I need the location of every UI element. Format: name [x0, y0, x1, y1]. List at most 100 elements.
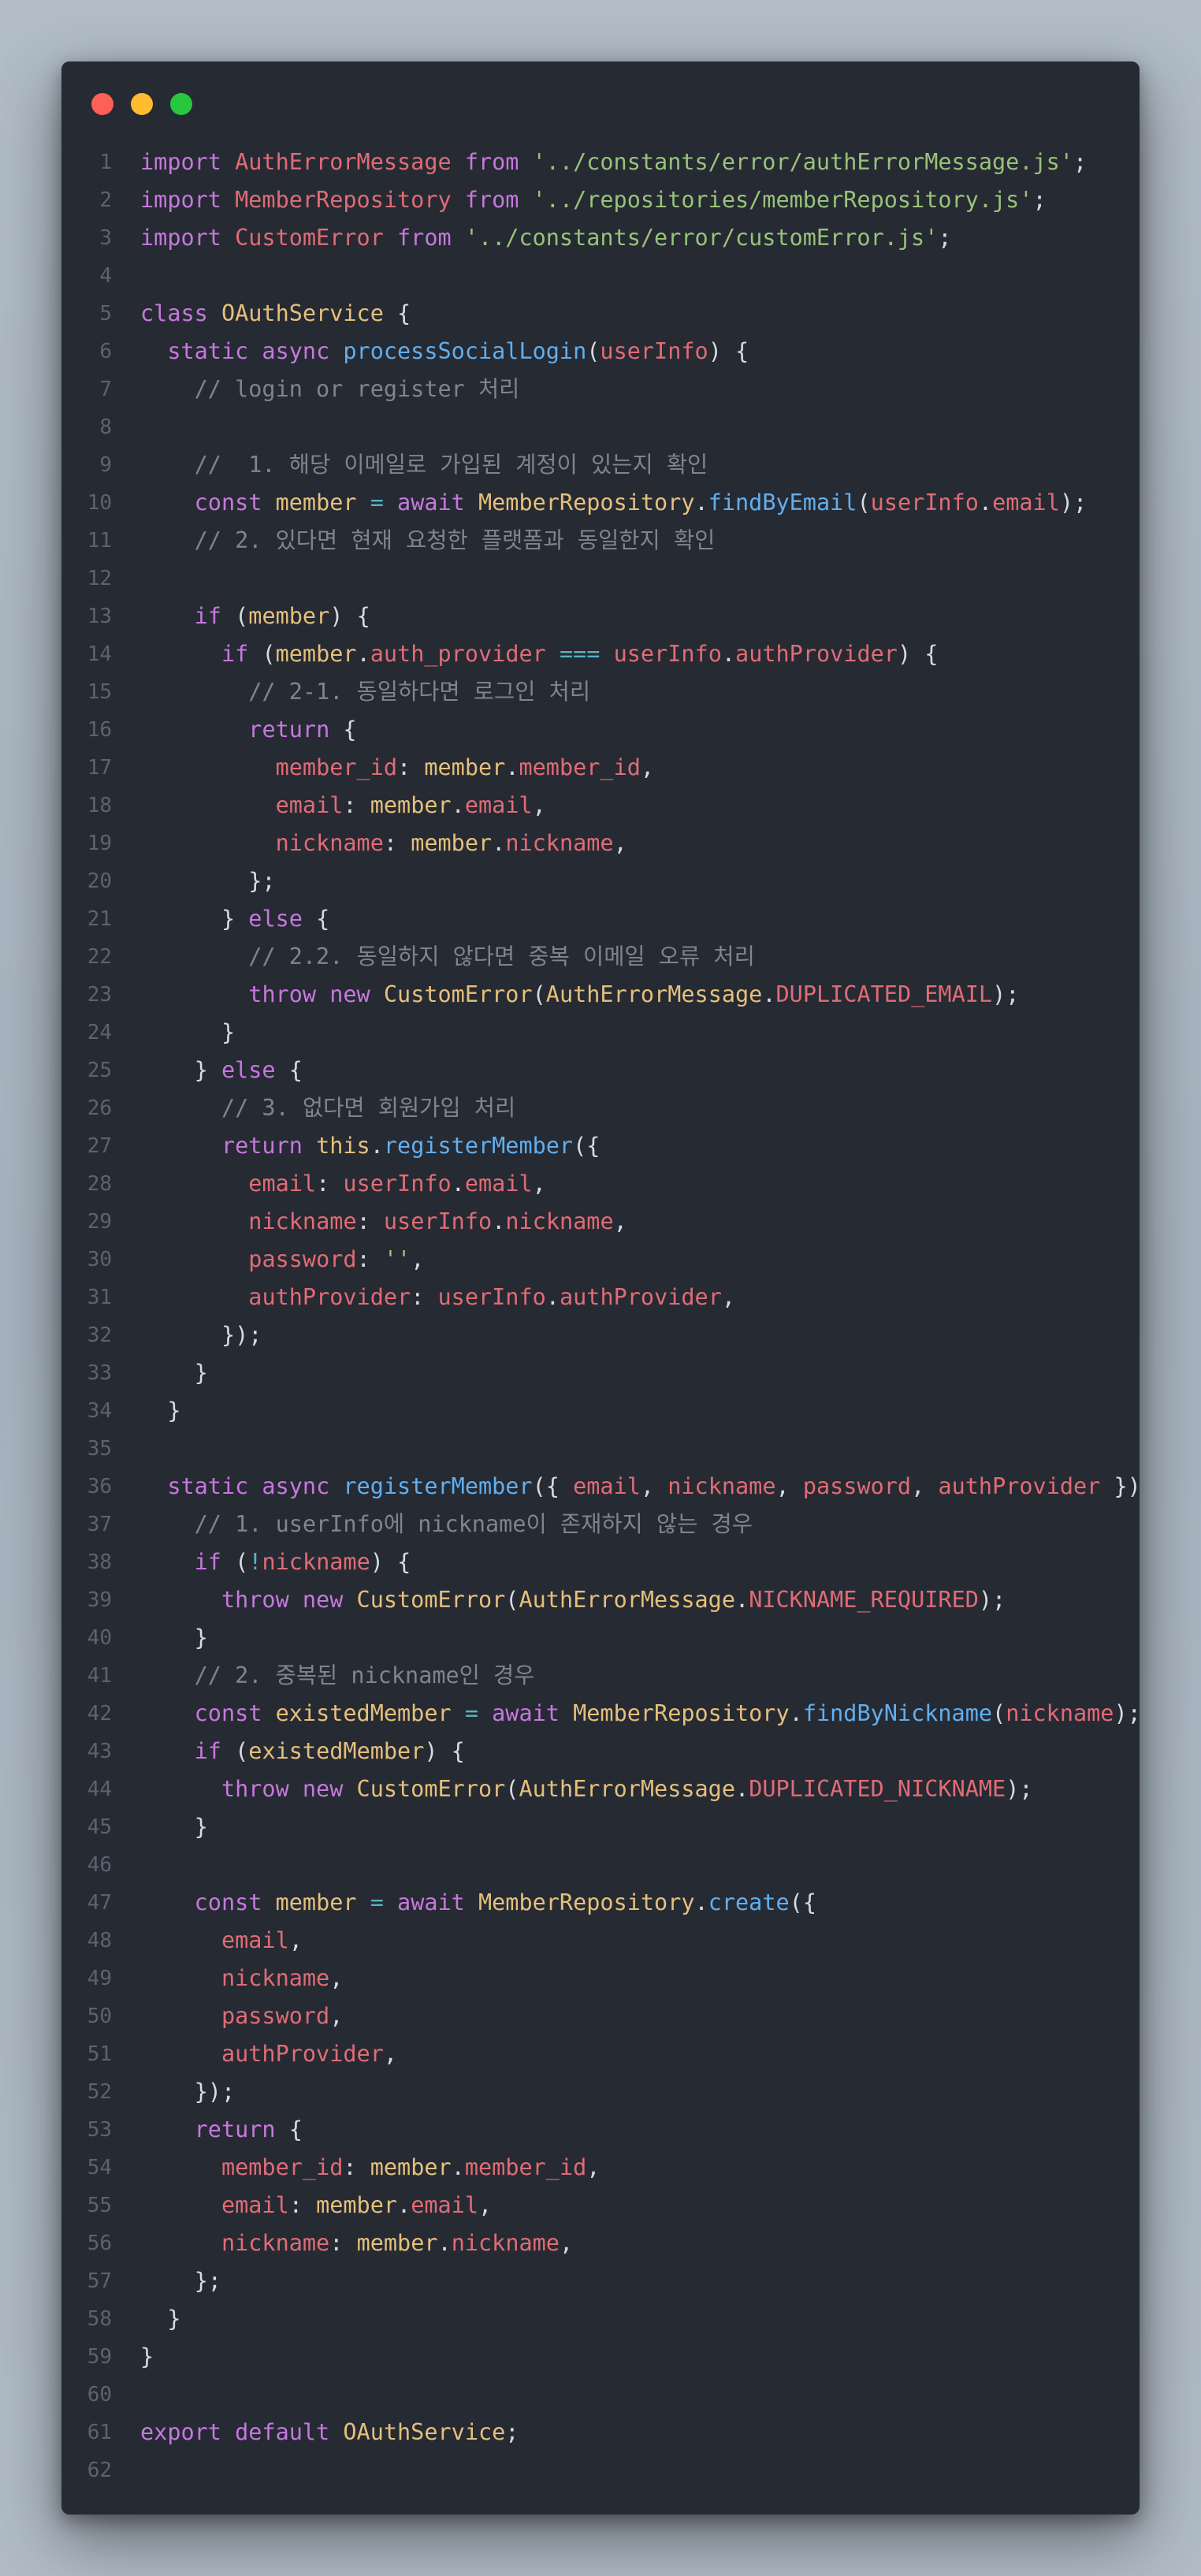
code-token: {: [343, 717, 357, 743]
line-number: 59: [87, 2345, 112, 2369]
code-token: static async: [167, 338, 344, 364]
code-token: (: [235, 603, 249, 629]
code-token: else: [221, 1057, 289, 1083]
code-line: 4: [61, 257, 1140, 295]
code-text: import AuthErrorMessage from '../constan…: [140, 143, 1087, 181]
code-line: 49 nickname,: [61, 1960, 1140, 1997]
line-number: 37: [87, 1513, 112, 1536]
line-number: 35: [87, 1437, 112, 1461]
code-text: } else {: [140, 1052, 303, 1089]
line-number: 51: [87, 2042, 112, 2066]
window-titlebar: [61, 61, 1140, 140]
line-number: 57: [87, 2269, 112, 2293]
line-number: 23: [87, 983, 112, 1007]
minimize-window-button[interactable]: [131, 93, 153, 115]
line-number: 56: [87, 2232, 112, 2255]
code-token: const: [194, 1700, 276, 1726]
line-number: 1: [99, 151, 112, 174]
code-token: );: [1114, 1700, 1140, 1726]
line-number: 40: [87, 1626, 112, 1650]
code-token: .: [545, 1284, 560, 1310]
code-token: }: [140, 2306, 181, 2332]
code-token: from: [383, 225, 465, 251]
line-number: 29: [87, 1210, 112, 1234]
code-token: :: [383, 830, 411, 856]
code-token: ,: [383, 2041, 398, 2067]
code-token: // 1. userInfo에 nickname이 존재하지 않는 경우: [140, 1511, 753, 1537]
line-number: 41: [87, 1664, 112, 1688]
line-number: 49: [87, 1967, 112, 1990]
line-number: 32: [87, 1323, 112, 1347]
code-line: 37 // 1. userInfo에 nickname이 존재하지 않는 경우: [61, 1506, 1140, 1543]
code-line: 27 return this.registerMember({: [61, 1127, 1140, 1165]
code-line: 2 import MemberRepository from '../reposi…: [61, 181, 1140, 219]
code-text: if (member.auth_provider === userInfo.au…: [140, 635, 938, 673]
code-text: email: member.email,: [140, 787, 546, 825]
code-line: 22 // 2.2. 동일하지 않다면 중복 이메일 오류 처리: [61, 938, 1140, 976]
code-line: 62: [61, 2451, 1140, 2489]
code-token: import: [140, 225, 236, 251]
code-token: .: [451, 792, 465, 818]
code-token: .: [721, 641, 736, 667]
code-line: 1 import AuthErrorMessage from '../consta…: [61, 143, 1140, 181]
code-text: nickname: userInfo.nickname,: [140, 1203, 627, 1241]
code-token: registerMember: [343, 1473, 533, 1499]
line-number: 44: [87, 1778, 112, 1801]
code-token: =: [356, 1889, 398, 1915]
code-token: userInfo: [383, 1208, 493, 1234]
code-text: // 2. 중복된 nickname인 경우: [140, 1657, 535, 1695]
line-number: 5: [99, 302, 112, 326]
line-number: 20: [87, 869, 112, 893]
code-line: 35: [61, 1430, 1140, 1468]
code-line: 14 if (member.auth_provider === userInfo…: [61, 635, 1140, 673]
code-token: class: [140, 300, 221, 326]
code-text: const existedMember = await MemberReposi…: [140, 1695, 1140, 1733]
code-token: email: [992, 490, 1060, 516]
code-token: ===: [545, 641, 614, 667]
code-line: 61 export default OAuthService;: [61, 2414, 1140, 2451]
code-text: }: [140, 1392, 180, 1430]
code-token: // 3. 없다면 회원가입 처리: [140, 1095, 516, 1121]
code-token: }: [140, 906, 249, 932]
code-text: const member = await MemberRepository.cr…: [140, 1884, 816, 1922]
code-token: =: [451, 1700, 493, 1726]
code-token: }: [140, 1398, 181, 1424]
code-token: .: [735, 1587, 749, 1613]
code-token: await: [397, 1889, 478, 1915]
code-line: 9 // 1. 해당 이메일로 가입된 계정이 있는지 확인: [61, 446, 1140, 484]
zoom-window-button[interactable]: [170, 93, 192, 115]
code-token: }: [140, 1057, 221, 1083]
close-window-button[interactable]: [91, 93, 113, 115]
line-number: 10: [87, 491, 112, 515]
code-text: }: [140, 1619, 208, 1657]
code-token: ,: [586, 2154, 600, 2180]
code-token: throw new: [221, 1776, 357, 1802]
code-token: :: [343, 792, 370, 818]
code-token: {: [383, 300, 411, 326]
code-token: ) {: [897, 641, 939, 667]
line-number: 3: [99, 226, 112, 250]
code-token: });: [140, 2079, 236, 2105]
code-token: ,: [329, 1965, 344, 1991]
code-line: 45 }: [61, 1808, 1140, 1846]
code-token: return: [221, 1133, 317, 1159]
line-number: 8: [99, 415, 112, 439]
line-number: 24: [87, 1021, 112, 1044]
code-editor[interactable]: 1 import AuthErrorMessage from '../consta…: [61, 143, 1140, 2489]
code-token: authProvider: [938, 1473, 1101, 1499]
line-number: 60: [87, 2383, 112, 2407]
line-number: 38: [87, 1550, 112, 1574]
code-line: 53 return {: [61, 2111, 1140, 2149]
code-line: 7 // login or register 처리: [61, 370, 1140, 408]
code-text: // 2-1. 동일하다면 로그인 처리: [140, 673, 590, 711]
code-token: ,: [775, 1473, 803, 1499]
